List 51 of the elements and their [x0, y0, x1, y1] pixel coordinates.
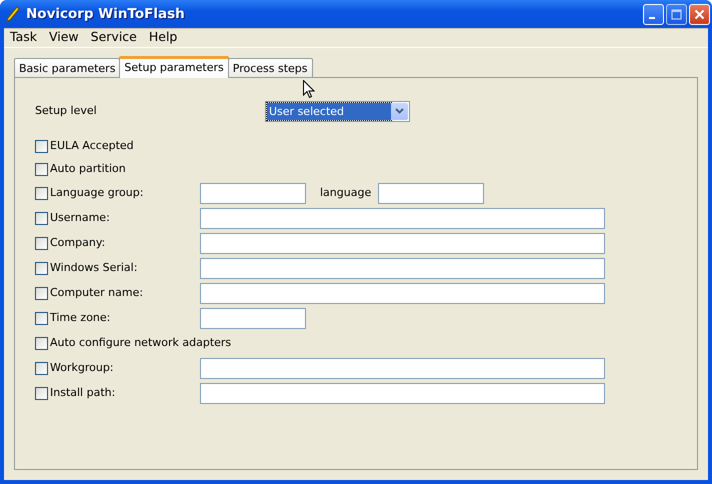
checkbox[interactable]	[35, 387, 48, 400]
maximize-icon	[671, 8, 682, 20]
checkbox-label: Language group:	[50, 185, 144, 202]
text-field[interactable]	[200, 358, 605, 379]
tab[interactable]: Setup parameters	[119, 56, 229, 78]
checkbox[interactable]	[35, 262, 48, 275]
minimize-button[interactable]	[643, 4, 664, 24]
checkbox-label: Workgroup:	[50, 360, 115, 376]
checkbox-label: Auto partition	[50, 161, 126, 178]
menu-item[interactable]: View	[42, 28, 85, 47]
text-field[interactable]	[200, 383, 605, 404]
menu-item[interactable]: Task	[4, 28, 43, 47]
checkbox-label: Username:	[50, 210, 111, 226]
checkbox[interactable]	[35, 187, 48, 200]
checkbox[interactable]	[35, 237, 48, 250]
minimize-icon	[649, 17, 655, 19]
text-field[interactable]	[200, 208, 605, 229]
field-label: language	[320, 185, 372, 202]
checkbox-label: Windows Serial:	[50, 260, 138, 276]
menu-item[interactable]: Service	[84, 28, 143, 47]
maximize-button[interactable]	[666, 4, 687, 24]
checkbox[interactable]	[35, 362, 48, 375]
pencil-icon	[6, 6, 20, 22]
setup-level-label: Setup level	[35, 102, 98, 119]
checkbox-label: Install path:	[50, 385, 116, 402]
checkbox-label: Company:	[50, 235, 106, 252]
text-field[interactable]	[200, 308, 306, 329]
close-button[interactable]	[689, 4, 710, 24]
tab[interactable]: Process steps	[228, 58, 312, 77]
menu-item[interactable]: Help	[142, 28, 184, 47]
cursor-icon	[303, 80, 315, 99]
tab[interactable]: Basic parameters	[14, 58, 120, 77]
chevron-down-icon	[395, 108, 404, 114]
checkbox[interactable]	[35, 287, 48, 300]
window-title: Novicorp WinToFlash	[26, 4, 185, 24]
setup-level-dropdown[interactable]: User selected	[265, 100, 410, 122]
checkbox[interactable]	[35, 140, 48, 153]
checkbox-label: Time zone:	[50, 310, 112, 326]
close-icon	[694, 8, 705, 20]
text-field[interactable]	[200, 183, 306, 204]
text-field[interactable]	[200, 233, 605, 254]
text-field[interactable]	[200, 258, 605, 279]
checkbox-label: EULA Accepted	[50, 138, 134, 154]
checkbox[interactable]	[35, 337, 48, 350]
checkbox-label: Auto configure network adapters	[50, 335, 232, 352]
text-field[interactable]	[200, 283, 605, 304]
checkbox[interactable]	[35, 212, 48, 225]
checkbox[interactable]	[35, 163, 48, 176]
text-field[interactable]	[378, 183, 484, 204]
checkbox-label: Computer name:	[50, 285, 144, 302]
checkbox[interactable]	[35, 312, 48, 325]
